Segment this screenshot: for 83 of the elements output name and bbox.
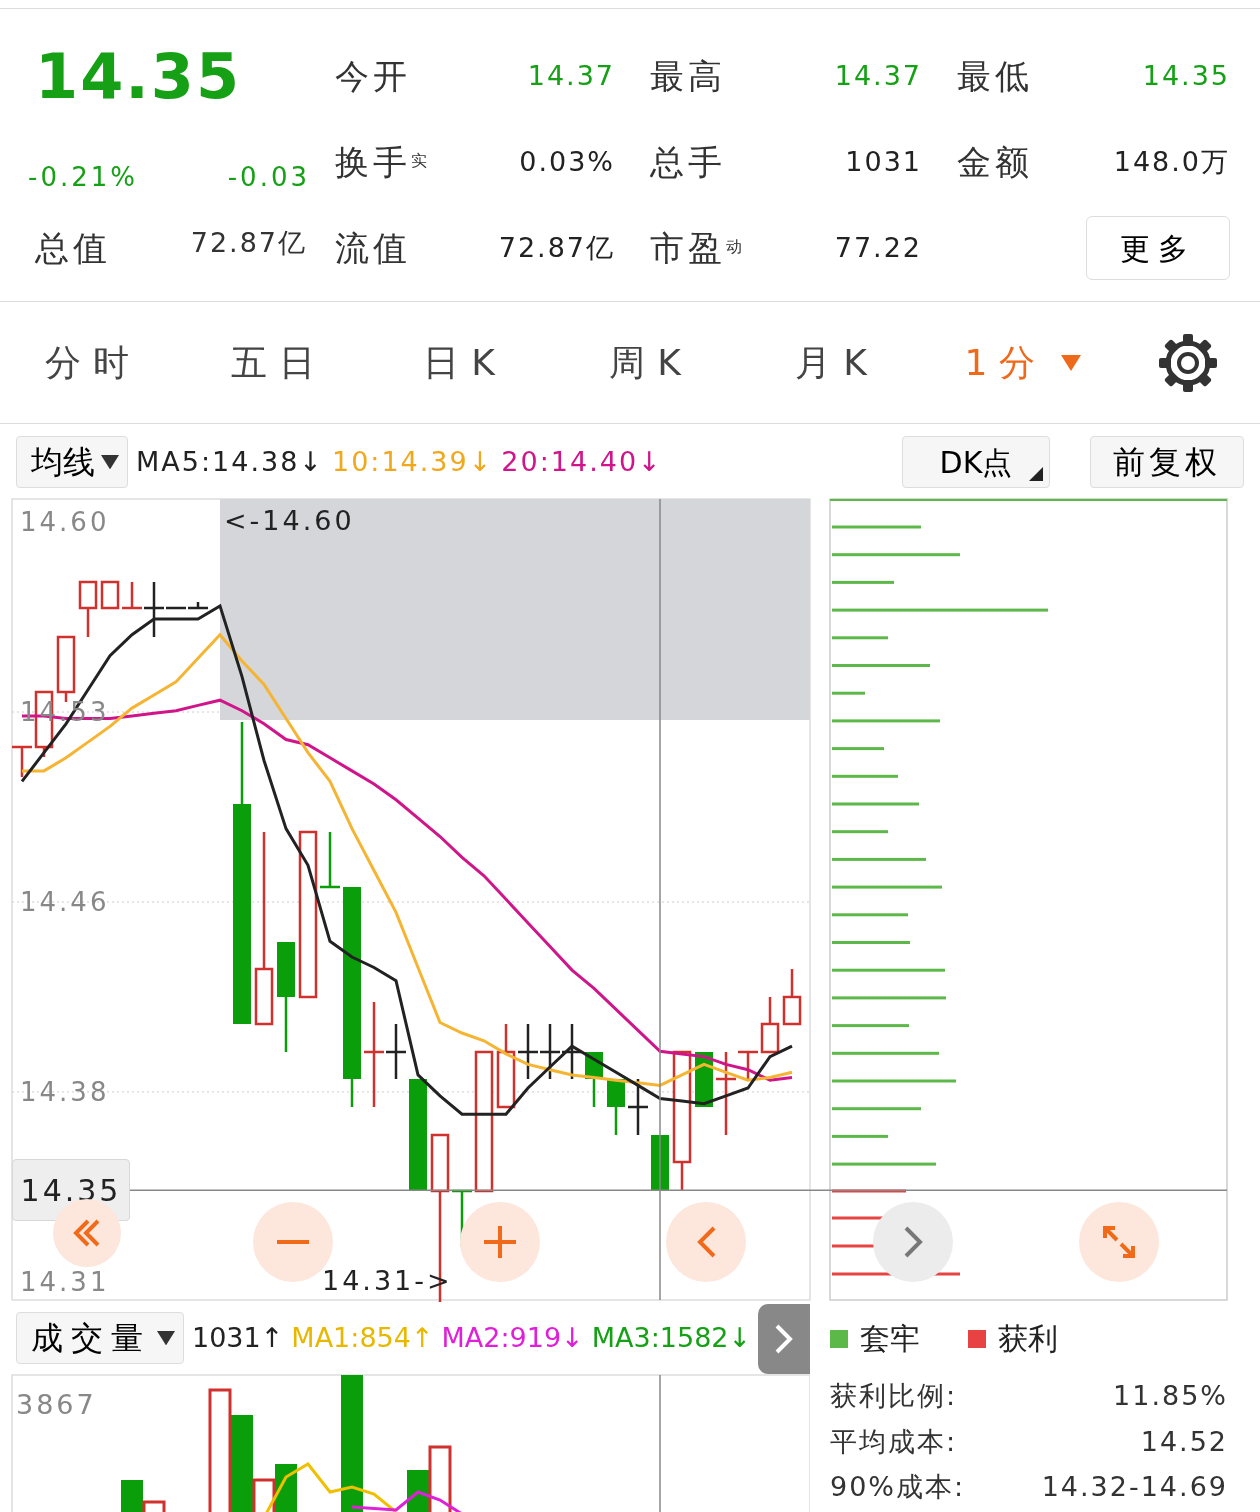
change-percent: -0.21% <box>28 161 138 194</box>
plus-icon <box>482 1225 518 1259</box>
indicator-dropdown[interactable]: 均线 <box>16 436 128 488</box>
candlestick <box>78 580 98 637</box>
axis-label: 14.31 <box>20 1266 110 1297</box>
stat-label: 最高 <box>649 54 726 98</box>
stat-value: 14.37 <box>833 58 922 93</box>
candlestick <box>56 635 76 702</box>
stat-label: 最低 <box>956 54 1033 98</box>
candlestick <box>188 602 208 610</box>
candlestick <box>760 997 780 1054</box>
candlestick <box>166 606 186 610</box>
candlestick <box>12 745 32 777</box>
axis-label: 14.60 <box>20 507 110 537</box>
axis-label: 14.46 <box>20 887 110 917</box>
candlestick <box>540 1024 560 1079</box>
candlestick <box>320 832 340 889</box>
stat-label: 换手$^{实}$ <box>335 140 427 184</box>
stat-label: 平均成本: <box>830 1424 958 1459</box>
stat-label: 获利比例: <box>830 1379 958 1414</box>
stat-value: 14.52 <box>1140 1424 1228 1459</box>
chevron-right-icon <box>773 1323 795 1355</box>
indicator-reading: 20:14.40↓ <box>501 444 663 479</box>
candlestick <box>100 580 120 610</box>
candlestick <box>738 1050 758 1079</box>
double-chevron-left-icon <box>73 1218 101 1248</box>
candlestick <box>585 1052 603 1107</box>
stat-label: 市盈$^{动}$ <box>649 226 742 270</box>
candlestick <box>607 1079 625 1135</box>
stat-value: 14.35 <box>1141 58 1230 93</box>
caret-icon <box>101 454 119 470</box>
stat-value: 0.03% <box>518 144 615 179</box>
high-price-marker: <-14.60 <box>224 505 355 536</box>
stat-value: 14.37 <box>526 58 615 93</box>
period-tab[interactable]: 周K <box>558 334 744 391</box>
volume-reading: MA3:1582↓ <box>591 1320 752 1355</box>
period-tab[interactable]: 月K <box>744 334 930 391</box>
legend-label: 套牢 <box>860 1320 920 1358</box>
stat-value: 14.32-14.69 <box>1041 1470 1228 1505</box>
stat-label: 总手 <box>649 140 726 184</box>
minus-icon <box>275 1239 311 1245</box>
price-change: -0.03 <box>227 161 310 194</box>
expand-tab-button[interactable] <box>758 1304 810 1374</box>
candlestick <box>518 1024 538 1079</box>
period-tab[interactable]: 日K <box>372 334 558 391</box>
candlestick <box>782 969 802 1026</box>
stat-value: 77.22 <box>833 230 922 265</box>
stat-value: 72.87亿 <box>190 225 307 260</box>
stat-label: 流值 <box>335 226 411 270</box>
stat-value: 148.0万 <box>1112 144 1230 179</box>
volume-reading: MA2:919↓ <box>441 1320 584 1355</box>
volume-reading: MA1:854↑ <box>291 1320 434 1355</box>
adjust-button[interactable]: 前复权 <box>1090 436 1244 488</box>
volume-reading: 1031↑ <box>192 1320 284 1355</box>
chevron-left-icon <box>695 1226 717 1258</box>
stat-label: 总值 <box>35 226 111 270</box>
axis-label: 3867 <box>16 1389 97 1420</box>
period-tab[interactable]: 分时 <box>0 334 186 391</box>
stat-value: 11.85% <box>1113 1379 1228 1414</box>
settings-icon[interactable] <box>1158 332 1218 393</box>
axis-label: 14.38 <box>20 1076 110 1107</box>
indicator-reading: 10:14.39↓ <box>331 444 494 479</box>
stat-label: 金额 <box>956 140 1033 184</box>
candlestick <box>562 1024 582 1079</box>
candlestick <box>122 582 142 610</box>
candlestick <box>628 1079 648 1135</box>
period-tab[interactable]: 五日 <box>186 334 372 391</box>
caret-icon <box>157 1330 175 1346</box>
stat-label: 90%成本: <box>830 1470 966 1505</box>
indicator-reading: MA5:14.38↓ <box>136 444 324 479</box>
candlestick <box>386 1024 406 1079</box>
candlestick <box>144 582 164 637</box>
last-price: 14.35 <box>34 38 243 115</box>
stat-value: 1031 <box>844 144 922 179</box>
stat-value: 72.87亿 <box>497 230 615 265</box>
expand-icon <box>1102 1225 1136 1259</box>
volume-dropdown[interactable]: 成交量 <box>16 1312 184 1364</box>
corner-triangle-icon <box>1029 467 1043 481</box>
chevron-right-icon <box>902 1226 924 1258</box>
dk-button[interactable]: DK点 <box>902 436 1050 488</box>
more-button[interactable]: 更多 <box>1086 216 1230 280</box>
stat-label: 今开 <box>335 54 411 98</box>
legend-label: 获利 <box>998 1320 1058 1358</box>
